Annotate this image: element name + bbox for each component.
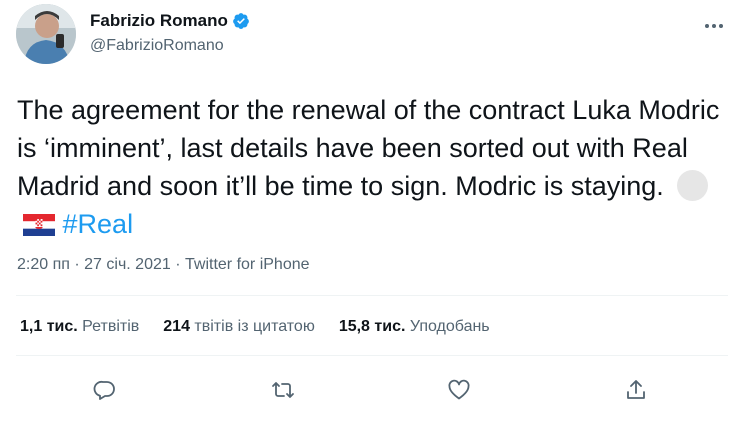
retweets-count: 1,1 тис. [20,318,78,335]
retweet-icon[interactable] [266,373,300,407]
author-handle[interactable]: @FabrizioRomano [90,37,224,55]
divider [16,355,728,356]
avatar[interactable] [16,4,76,64]
tweet-body: The agreement for the renewal of the con… [17,95,720,201]
divider [16,295,728,296]
verified-badge-icon [233,13,249,29]
quotes-stat[interactable]: 214 твітів із цитатою [163,318,315,336]
tweet-source[interactable]: Twitter for iPhone [185,256,310,273]
share-icon[interactable] [619,373,653,407]
quotes-label: твітів із цитатою [194,318,315,335]
tweet-meta: 2:20 пп · 27 січ. 2021 · Twitter for iPh… [17,256,310,274]
quotes-count: 214 [163,318,190,335]
retweets-stat[interactable]: 1,1 тис. Ретвітів [20,318,139,336]
author-name-text: Fabrizio Romano [90,11,228,30]
more-options-icon[interactable] [700,14,728,38]
like-icon[interactable] [442,373,476,407]
reply-icon[interactable] [88,373,122,407]
likes-label: Уподобань [409,318,490,335]
avatar-image [16,4,76,64]
hashtag-link[interactable]: #Real [63,209,134,239]
croatia-flag-icon [23,214,55,236]
tweet-stats: 1,1 тис. Ретвітів 214 твітів із цитатою … [20,318,514,336]
tweet-text: The agreement for the renewal of the con… [17,91,727,243]
meta-separator: · [175,256,181,273]
likes-count: 15,8 тис. [338,318,406,335]
meta-separator: · [74,256,80,273]
circle-emoji-icon [677,170,709,201]
tweet: Fabrizio Romano @FabrizioRomano The agre… [0,0,736,421]
tweet-date[interactable]: 27 січ. 2021 [84,256,171,273]
author-name[interactable]: Fabrizio Romano [90,11,250,31]
tweet-time[interactable]: 2:20 пп [17,256,70,273]
retweets-label: Ретвітів [82,318,140,335]
likes-stat[interactable]: 15,8 тис. Уподобань [339,318,490,336]
